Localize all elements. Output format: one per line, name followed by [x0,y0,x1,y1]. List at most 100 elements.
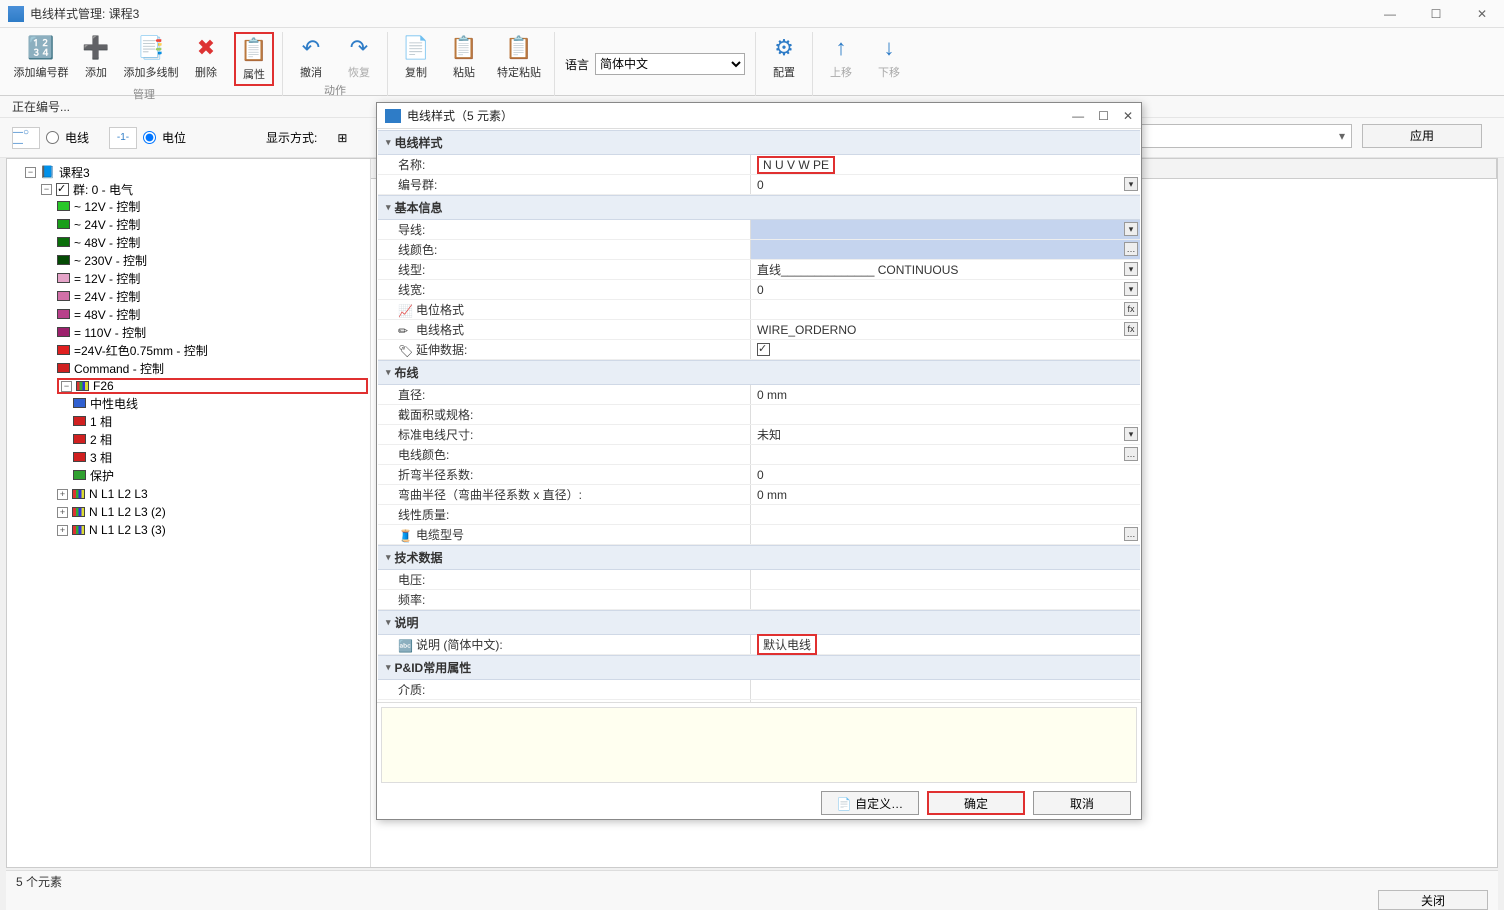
pg-value[interactable] [750,405,1140,424]
dropdown-icon[interactable]: ▾ [1124,177,1138,191]
pg-row[interactable]: 频率: [378,590,1140,610]
fx-button[interactable]: fx [1124,302,1138,316]
filter-combo[interactable]: ▾ [1112,124,1352,148]
pg-row[interactable]: 线颜色:… [378,240,1140,260]
pg-value[interactable]: WIRE_ORDERNOfx [750,320,1140,339]
pg-row[interactable]: 线宽:0▾ [378,280,1140,300]
tree-item[interactable]: 2 相 [73,431,368,447]
dropdown-icon[interactable]: ▾ [1124,282,1138,296]
pg-row[interactable]: 直径:0 mm [378,385,1140,405]
pg-row[interactable]: 弯曲半径（弯曲半径系数 x 直径）:0 mm [378,485,1140,505]
pg-section[interactable]: ▾技术数据 [378,545,1140,570]
tree-item[interactable]: ~ 12V - 控制 [57,198,368,214]
dialog-minimize[interactable]: — [1072,109,1084,123]
tree-root[interactable]: 课程3 [59,164,90,181]
tree-item[interactable]: Command - 控制 [57,360,368,376]
pg-value[interactable] [750,340,1140,359]
ribbon-上移[interactable]: ↑上移 [821,32,861,82]
pg-row[interactable]: ✏电线格式WIRE_ORDERNOfx [378,320,1140,340]
pg-row[interactable]: 线性质量: [378,505,1140,525]
ellipsis-button[interactable]: … [1124,242,1138,256]
tree-item[interactable]: =24V-红色0.75mm - 控制 [57,342,368,358]
ellipsis-button[interactable]: … [1124,447,1138,461]
pg-value[interactable]: 0▾ [750,280,1140,299]
tree-item[interactable]: 3 相 [73,449,368,465]
tree-item[interactable]: = 48V - 控制 [57,306,368,322]
tree-group[interactable]: 群: 0 - 电气 [73,181,133,198]
dialog-maximize[interactable]: ☐ [1098,109,1109,123]
ellipsis-button[interactable]: … [1124,527,1138,541]
dropdown-icon[interactable]: ▾ [1124,262,1138,276]
pg-row[interactable]: 🔤说明 (简体中文):默认电线 [378,635,1140,655]
close-button[interactable]: ✕ [1468,7,1496,21]
pg-value[interactable]: fx [750,300,1140,319]
pg-value[interactable] [750,570,1140,589]
ribbon-复制[interactable]: 📄复制 [396,32,436,82]
maximize-button[interactable]: ☐ [1422,7,1450,21]
expand-icon[interactable]: − [41,184,52,195]
ribbon-删除[interactable]: ✖删除 [186,32,226,86]
expand-icon[interactable]: + [57,507,68,518]
pg-row[interactable]: 电线颜色:… [378,445,1140,465]
tree-item[interactable]: ~ 48V - 控制 [57,234,368,250]
pg-value[interactable]: 直线______________ CONTINUOUS▾ [750,260,1140,279]
pg-value[interactable]: … [750,240,1140,259]
radio-wire[interactable]: —○— 电线 [12,127,89,149]
tree-item[interactable]: = 110V - 控制 [57,324,368,340]
cancel-button[interactable]: 取消 [1033,791,1131,815]
pg-row[interactable]: 折弯半径系数:0 [378,465,1140,485]
tree-item[interactable]: +N L1 L2 L3 (3) [57,522,368,538]
pg-value[interactable]: ▾ [750,220,1140,239]
ribbon-特定粘贴[interactable]: 📋特定粘贴 [492,32,546,82]
tree-item[interactable]: 中性电线 [73,395,368,411]
radio-potential-input[interactable] [143,131,156,144]
pg-section[interactable]: ▾基本信息 [378,195,1140,220]
ribbon-添加编号群[interactable]: 🔢添加编号群 [14,32,68,86]
tree-item-f26[interactable]: −F26 [57,378,368,394]
pg-value[interactable] [750,590,1140,609]
pg-value[interactable] [750,505,1140,524]
dropdown-icon[interactable]: ▾ [1124,427,1138,441]
radio-wire-input[interactable] [46,131,59,144]
pg-value[interactable]: 未知▾ [750,425,1140,444]
expand-icon[interactable]: + [57,525,68,536]
pg-value[interactable]: 0 mm [750,385,1140,404]
ribbon-粘贴[interactable]: 📋粘贴 [444,32,484,82]
checkbox[interactable] [757,343,770,356]
property-grid[interactable]: ▾电线样式名称:N U V W PE编号群:0▾▾基本信息导线:▾线颜色:…线型… [377,129,1141,703]
tree-item[interactable]: 1 相 [73,413,368,429]
ok-button[interactable]: 确定 [927,791,1025,815]
dropdown-icon[interactable]: ▾ [1124,222,1138,236]
pg-row[interactable]: 材质: [378,700,1140,703]
minimize-button[interactable]: — [1376,7,1404,21]
fx-button[interactable]: fx [1124,322,1138,336]
expand-icon[interactable]: − [61,381,72,392]
tree-item[interactable]: ~ 230V - 控制 [57,252,368,268]
checkbox[interactable] [56,183,69,196]
ribbon-添加多线制[interactable]: 📑添加多线制 [124,32,178,86]
language-dropdown[interactable]: 简体中文 [595,53,745,75]
pg-row[interactable]: 电压: [378,570,1140,590]
expand-icon[interactable]: − [25,167,36,178]
tree-item[interactable]: 保护 [73,467,368,483]
pg-row[interactable]: 🏷延伸数据: [378,340,1140,360]
tree-item[interactable]: = 24V - 控制 [57,288,368,304]
pg-row[interactable]: 标准电线尺寸:未知▾ [378,425,1140,445]
pg-value[interactable]: … [750,525,1140,544]
pg-value[interactable]: N U V W PE [750,155,1140,174]
radio-potential[interactable]: -1- 电位 [109,127,186,149]
apply-button[interactable]: 应用 [1362,124,1482,148]
tree-panel[interactable]: −📘 课程3 − 群: 0 - 电气 ~ 12V - 控制~ 24V - 控制~… [7,159,371,867]
ribbon-撤消[interactable]: ↶撤消 [291,32,331,82]
pg-value[interactable] [750,680,1140,699]
ribbon-恢复[interactable]: ↷恢复 [339,32,379,82]
tree-item[interactable]: ~ 24V - 控制 [57,216,368,232]
ribbon-属性[interactable]: 📋属性 [234,32,274,86]
ribbon-配置[interactable]: ⚙配置 [764,32,804,82]
pg-section[interactable]: ▾说明 [378,610,1140,635]
display-mode-icon[interactable]: ⊞ [337,131,357,145]
pg-value[interactable]: … [750,445,1140,464]
ribbon-添加[interactable]: ➕添加 [76,32,116,86]
pg-section[interactable]: ▾P&ID常用属性 [378,655,1140,680]
tree-item[interactable]: +N L1 L2 L3 [57,486,368,502]
